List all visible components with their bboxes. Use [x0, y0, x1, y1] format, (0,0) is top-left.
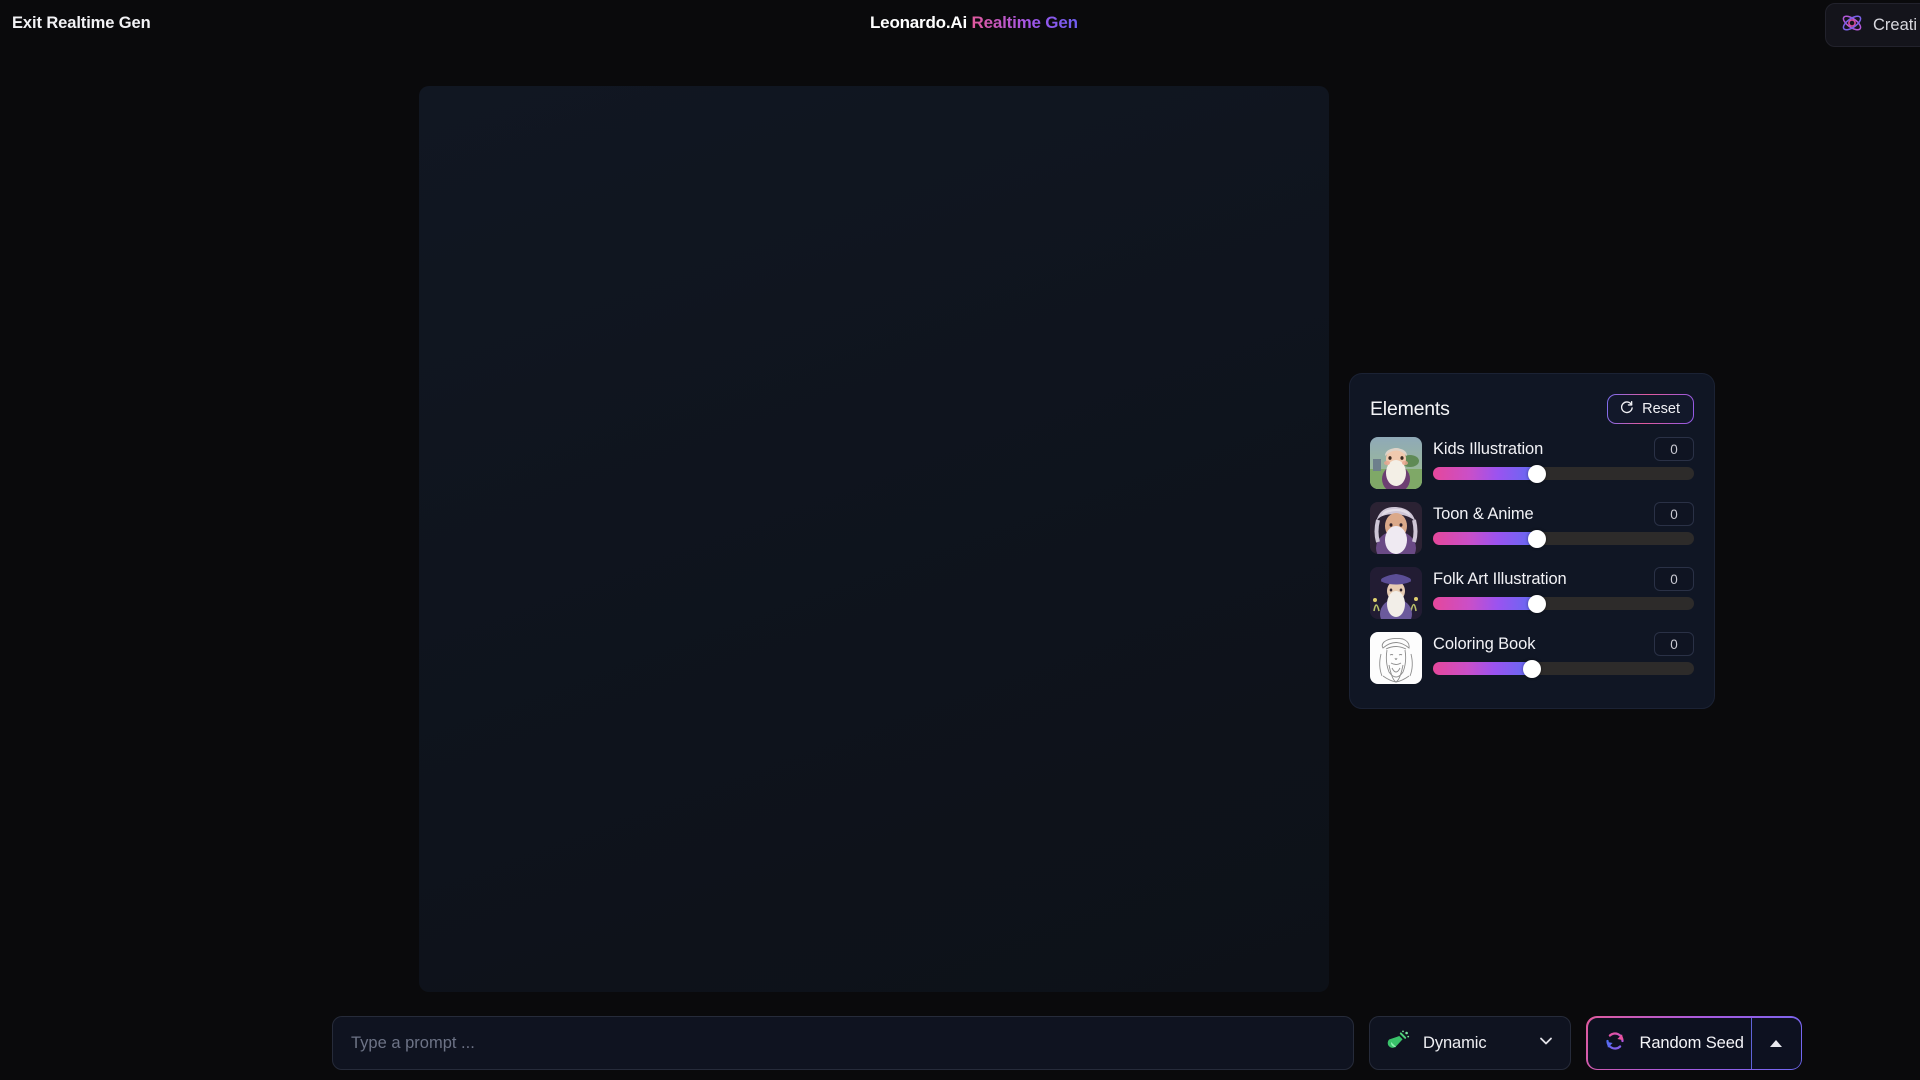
element-value-badge[interactable]: 0 — [1654, 437, 1694, 461]
circular-arrows-refresh-icon — [1602, 1028, 1628, 1059]
slider-thumb[interactable] — [1523, 659, 1542, 678]
green-potion-flask-icon — [1386, 1029, 1410, 1058]
element-row: Kids Illustration 0 — [1370, 436, 1694, 501]
slider-fill — [1433, 532, 1538, 545]
app-brand-title: Leonardo.Ai Realtime Gen — [870, 13, 1078, 33]
rotate-counterclockwise-icon — [1619, 399, 1635, 420]
preset-style-dropdown[interactable]: Dynamic — [1369, 1016, 1571, 1070]
random-seed-button[interactable]: Random Seed — [1586, 1016, 1802, 1070]
wizard-folk-art-thumbnail[interactable] — [1370, 567, 1422, 619]
element-label: Folk Art Illustration — [1433, 569, 1567, 588]
element-label: Kids Illustration — [1433, 439, 1544, 458]
exit-realtime-gen-button[interactable]: Exit Realtime Gen — [12, 14, 151, 33]
element-value-badge[interactable]: 0 — [1654, 632, 1694, 656]
creative-mode-button[interactable]: Creati — [1825, 3, 1920, 47]
slider-fill — [1433, 662, 1533, 675]
chevron-down-icon — [1536, 1031, 1556, 1056]
panel-title: Elements — [1370, 397, 1450, 420]
reset-elements-button[interactable]: Reset — [1607, 394, 1694, 424]
preset-style-label: Dynamic — [1423, 1033, 1487, 1052]
element-row: Toon & Anime 0 — [1370, 501, 1694, 566]
slider-thumb[interactable] — [1528, 594, 1547, 613]
slider-fill — [1433, 467, 1538, 480]
wizard-kids-illustration-thumbnail[interactable] — [1370, 437, 1422, 489]
element-row: Coloring Book 0 — [1370, 631, 1694, 696]
prompt-field-wrapper[interactable] — [332, 1016, 1354, 1070]
random-seed-main[interactable]: Random Seed — [1588, 1018, 1751, 1069]
element-row: Folk Art Illustration 0 — [1370, 566, 1694, 631]
element-value-badge[interactable]: 0 — [1654, 502, 1694, 526]
caret-up-icon — [1770, 1039, 1782, 1047]
bottom-toolbar: Dynamic — [0, 1006, 1920, 1080]
random-seed-label: Random Seed — [1639, 1033, 1744, 1052]
elements-panel-header: Elements Reset — [1370, 394, 1694, 424]
element-value-badge[interactable]: 0 — [1654, 567, 1694, 591]
wizard-coloring-book-thumbnail[interactable] — [1370, 632, 1422, 684]
top-bar: Exit Realtime Gen Leonardo.Ai Realtime G… — [0, 0, 1920, 50]
creative-mode-label: Creati — [1873, 15, 1918, 34]
brand-name: Leonardo.Ai — [870, 13, 967, 32]
element-weight-slider[interactable] — [1433, 529, 1694, 548]
atom-orbit-icon — [1840, 11, 1864, 40]
brand-suffix: Realtime Gen — [971, 13, 1078, 32]
element-label: Coloring Book — [1433, 634, 1536, 653]
reset-label: Reset — [1642, 401, 1680, 417]
slider-thumb[interactable] — [1528, 464, 1547, 483]
slider-thumb[interactable] — [1528, 529, 1547, 548]
prompt-input[interactable] — [351, 1033, 1335, 1053]
element-label: Toon & Anime — [1433, 504, 1534, 523]
generation-canvas[interactable] — [419, 86, 1329, 992]
elements-list: Kids Illustration 0 Toon & Anime 0 Folk … — [1370, 436, 1694, 696]
random-seed-expand-button[interactable] — [1750, 1017, 1801, 1069]
element-weight-slider[interactable] — [1433, 659, 1694, 678]
slider-fill — [1433, 597, 1538, 610]
elements-panel: Elements Reset Kids Illustration 0 Toon … — [1349, 373, 1715, 709]
wizard-toon-anime-thumbnail[interactable] — [1370, 502, 1422, 554]
element-weight-slider[interactable] — [1433, 464, 1694, 483]
realtime-gen-app: Exit Realtime Gen Leonardo.Ai Realtime G… — [0, 0, 1920, 1080]
element-weight-slider[interactable] — [1433, 594, 1694, 613]
